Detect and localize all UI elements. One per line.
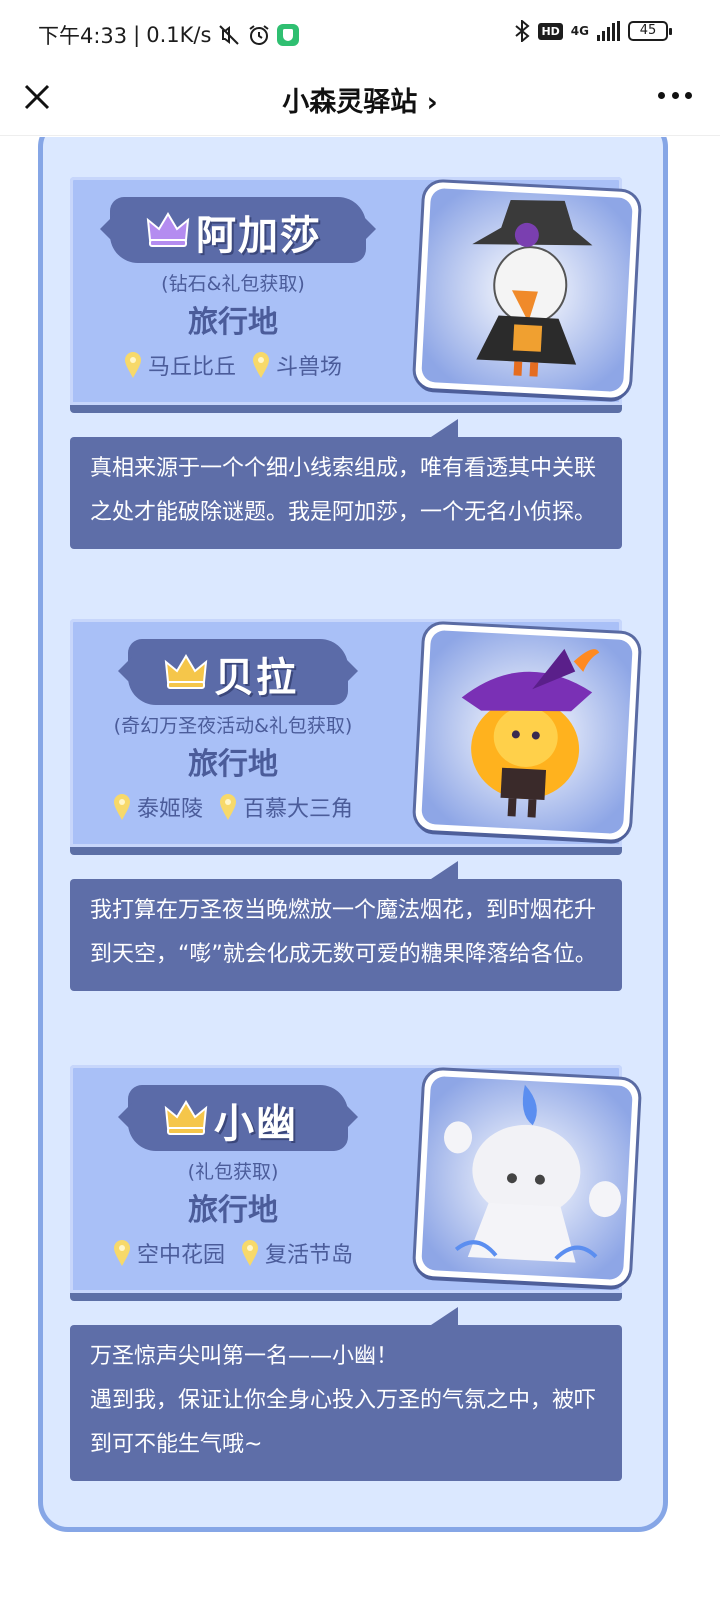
character-quote: 真相来源于一个个细小线索组成，唯有看透其中关联之处才能破除谜题。我是阿加莎，一个…	[70, 437, 622, 549]
name-banner: 阿加莎	[110, 197, 366, 263]
network-type: 4G	[570, 24, 589, 38]
travel-locations: 马丘比丘 斗兽场	[70, 349, 396, 381]
character-source: (钻石&礼包获取)	[161, 273, 305, 295]
location-item: 百慕大三角	[219, 791, 353, 823]
character-info-panel: 贝拉 (奇幻万圣夜活动&礼包获取) 旅行地 泰姬陵 百慕大三角	[70, 619, 640, 855]
mute-icon	[219, 25, 240, 45]
location-pin-icon	[253, 352, 269, 378]
status-time: 下午4:33	[38, 24, 128, 48]
location-name: 复活节岛	[265, 1243, 354, 1268]
alarm-icon	[249, 25, 270, 45]
crown-gold-icon	[164, 654, 208, 689]
character-portrait-bella	[414, 623, 640, 841]
location-item: 斗兽场	[252, 349, 342, 381]
character-card-bella: 贝拉 (奇幻万圣夜活动&礼包获取) 旅行地 泰姬陵 百慕大三角 我打算在万圣夜当…	[70, 619, 640, 991]
character-card-xiaoyou: 小幽 (礼包获取) 旅行地 空中花园 复活节岛 万圣惊声尖叫第一名——小幽！ 遇…	[70, 1065, 640, 1481]
nav-bar: 小森灵驿站 ›	[0, 68, 720, 136]
location-pin-icon	[242, 1240, 258, 1266]
location-name: 泰姬陵	[136, 797, 203, 822]
location-item: 马丘比丘	[124, 349, 236, 381]
name-banner: 贝拉	[128, 639, 348, 705]
character-name: 阿加莎	[196, 213, 322, 259]
name-banner: 小幽	[128, 1085, 348, 1151]
character-portrait-xiaoyou	[414, 1069, 640, 1287]
location-name: 马丘比丘	[147, 355, 236, 380]
battery-icon: 45	[628, 21, 672, 41]
location-name: 百慕大三角	[243, 797, 354, 822]
location-pin-icon	[124, 352, 141, 378]
character-portrait-agatha	[414, 181, 640, 399]
location-pin-icon	[113, 794, 130, 820]
travel-title: 旅行地	[188, 747, 278, 782]
location-item: 泰姬陵	[113, 791, 203, 823]
character-source: (奇幻万圣夜活动&礼包获取)	[113, 715, 353, 737]
location-item: 复活节岛	[241, 1237, 353, 1269]
location-pin-icon	[220, 794, 236, 820]
more-icon[interactable]	[658, 88, 692, 102]
quote-text: 我打算在万圣夜当晚燃放一个魔法烟花，到时烟花升到天空，“嘭”就会化成无数可爱的糖…	[90, 898, 597, 967]
hd-badge: HD	[538, 22, 563, 40]
character-info-panel: 阿加莎 (钻石&礼包获取) 旅行地 马丘比丘 斗兽场	[70, 177, 640, 413]
account-title-link[interactable]: 小森灵驿站 ›	[0, 80, 720, 119]
travel-title: 旅行地	[188, 305, 278, 340]
bluetooth-icon	[515, 20, 531, 42]
location-item: 空中花园	[113, 1237, 225, 1269]
crown-gold-icon	[164, 1100, 208, 1135]
signal-icon	[597, 21, 620, 41]
character-source: (礼包获取)	[187, 1161, 279, 1183]
status-network-speed: 0.1K/s	[146, 23, 212, 47]
character-info-panel: 小幽 (礼包获取) 旅行地 空中花园 复活节岛	[70, 1065, 640, 1301]
crown-purple-icon	[146, 212, 190, 247]
quote-text: 万圣惊声尖叫第一名——小幽！ 遇到我，保证让你全身心投入万圣的气氛之中，被吓到可…	[90, 1344, 597, 1457]
security-app-icon	[277, 24, 300, 46]
character-name: 小幽	[214, 1101, 298, 1147]
article-content[interactable]: 阿加莎 (钻石&礼包获取) 旅行地 马丘比丘 斗兽场 真相来源于一个个细小线索组…	[0, 137, 720, 1600]
status-bar: 下午4:33 | 0.1K/s HD 4G 45	[0, 0, 720, 68]
quote-text: 真相来源于一个个细小线索组成，唯有看透其中关联之处才能破除谜题。我是阿加莎，一个…	[90, 456, 597, 525]
character-quote: 我打算在万圣夜当晚燃放一个魔法烟花，到时烟花升到天空，“嘭”就会化成无数可爱的糖…	[70, 879, 622, 991]
character-quote: 万圣惊声尖叫第一名——小幽！ 遇到我，保证让你全身心投入万圣的气氛之中，被吓到可…	[70, 1325, 622, 1481]
travel-locations: 空中花园 复活节岛	[70, 1237, 396, 1269]
location-name: 斗兽场	[276, 355, 343, 380]
location-name: 空中花园	[136, 1243, 225, 1268]
location-pin-icon	[113, 1240, 130, 1266]
travel-title: 旅行地	[188, 1193, 278, 1228]
character-card-agatha: 阿加莎 (钻石&礼包获取) 旅行地 马丘比丘 斗兽场 真相来源于一个个细小线索组…	[70, 177, 640, 549]
character-name: 贝拉	[214, 655, 298, 701]
travel-locations: 泰姬陵 百慕大三角	[70, 791, 396, 823]
